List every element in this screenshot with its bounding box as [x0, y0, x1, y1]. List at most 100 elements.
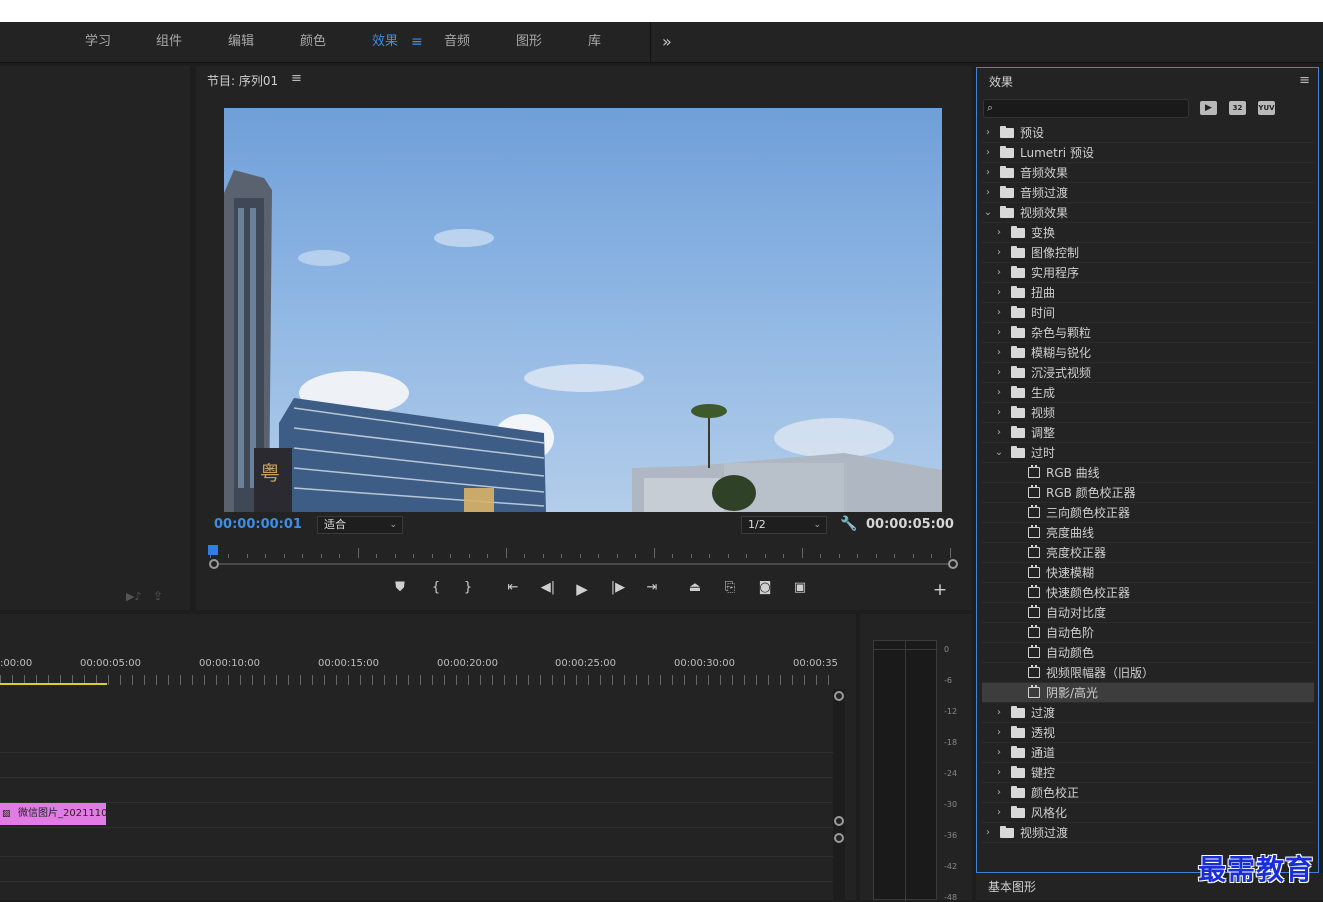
chevron-right-icon[interactable]: ›	[993, 363, 1005, 383]
effect-item[interactable]: 三向颜色校正器	[982, 503, 1314, 523]
wrench-icon[interactable]: 🔧	[840, 516, 857, 532]
effects-folder[interactable]: › 预设	[982, 123, 1314, 143]
mark-in-icon[interactable]: {	[426, 580, 446, 598]
tab-effects[interactable]: 效果	[372, 22, 398, 63]
effects-folder[interactable]: › 通道	[982, 743, 1314, 763]
chevron-right-icon[interactable]: ›	[982, 143, 994, 163]
playhead[interactable]	[208, 545, 218, 555]
scroll-handle-left[interactable]	[209, 559, 219, 569]
effect-item[interactable]: 自动颜色	[982, 643, 1314, 663]
effects-folder[interactable]: › 过渡	[982, 703, 1314, 723]
effects-folder[interactable]: › 生成	[982, 383, 1314, 403]
effects-folder[interactable]: › 颜色校正	[982, 783, 1314, 803]
step-forward-icon[interactable]: |▶	[608, 580, 628, 598]
chevron-right-icon[interactable]: ›	[993, 423, 1005, 443]
effect-item[interactable]: 自动对比度	[982, 603, 1314, 623]
effect-item[interactable]: RGB 颜色校正器	[982, 483, 1314, 503]
chevron-right-icon[interactable]: ›	[993, 323, 1005, 343]
panel-menu-icon[interactable]: ≡	[291, 71, 302, 86]
chevron-right-icon[interactable]: ›	[982, 183, 994, 203]
effects-folder[interactable]: ⌄ 视频效果	[982, 203, 1314, 223]
tab-audio[interactable]: 音频	[444, 22, 470, 63]
chevron-right-icon[interactable]: ›	[993, 783, 1005, 803]
effects-folder[interactable]: › 键控	[982, 763, 1314, 783]
time-ruler-ticks[interactable]	[0, 675, 833, 685]
effects-folder[interactable]: › 音频过渡	[982, 183, 1314, 203]
chevron-right-icon[interactable]: ›	[982, 823, 994, 843]
effects-folder[interactable]: › 实用程序	[982, 263, 1314, 283]
effects-folder[interactable]: › 杂色与颗粒	[982, 323, 1314, 343]
effects-folder[interactable]: › 透视	[982, 723, 1314, 743]
effects-folder[interactable]: › 视频	[982, 403, 1314, 423]
tab-color[interactable]: 颜色	[300, 22, 326, 63]
scroll-handle-top[interactable]	[834, 691, 844, 701]
effect-item[interactable]: 亮度校正器	[982, 543, 1314, 563]
tab-learn[interactable]: 学习	[85, 22, 111, 63]
effects-search-input[interactable]: ⌕	[983, 99, 1189, 118]
camera-icon[interactable]: ◙	[755, 580, 775, 598]
effect-item[interactable]: 快速颜色校正器	[982, 583, 1314, 603]
insert-audio-icon[interactable]: ▶♪	[126, 590, 141, 603]
video-clip[interactable]: ▨ 微信图片_2021110	[0, 803, 106, 825]
chevron-right-icon[interactable]: ›	[993, 223, 1005, 243]
effect-item[interactable]: 自动色阶	[982, 623, 1314, 643]
scroll-handle-top[interactable]	[834, 833, 844, 843]
current-timecode[interactable]: 00:00:00:01	[214, 517, 302, 532]
chevron-right-icon[interactable]: ›	[993, 803, 1005, 823]
play-icon[interactable]: ▶	[572, 580, 592, 598]
chevron-right-icon[interactable]: ›	[982, 123, 994, 143]
chevron-right-icon[interactable]: ›	[993, 403, 1005, 423]
tab-menu-icon[interactable]: ≡	[411, 22, 423, 63]
effect-item[interactable]: 亮度曲线	[982, 523, 1314, 543]
chevron-right-icon[interactable]: ›	[993, 303, 1005, 323]
step-back-icon[interactable]: ◀|	[538, 580, 558, 598]
tab-graphics[interactable]: 图形	[516, 22, 542, 63]
chevron-down-icon[interactable]: ⌄	[982, 203, 994, 223]
export-icon[interactable]: ⇪	[153, 589, 163, 603]
tab-editing[interactable]: 编辑	[228, 22, 254, 63]
effects-folder[interactable]: ⌄ 过时	[982, 443, 1314, 463]
add-button-icon[interactable]: +	[930, 580, 950, 600]
chevron-right-icon[interactable]: ›	[993, 383, 1005, 403]
effects-folder[interactable]: › 扭曲	[982, 283, 1314, 303]
accelerated-effects-icon[interactable]: ▶	[1200, 101, 1217, 115]
double-chevron-right-icon[interactable]: »	[662, 32, 672, 51]
effects-folder[interactable]: › 模糊与锐化	[982, 343, 1314, 363]
effect-item[interactable]: 视频限幅器（旧版）	[982, 663, 1314, 683]
chevron-right-icon[interactable]: ›	[993, 763, 1005, 783]
chevron-down-icon[interactable]: ⌄	[993, 443, 1005, 463]
scroll-handle-bottom[interactable]	[834, 816, 844, 826]
scroll-handle-right[interactable]	[948, 559, 958, 569]
effects-folder[interactable]: › 图像控制	[982, 243, 1314, 263]
go-to-out-icon[interactable]: ⇥	[642, 580, 662, 598]
chevron-right-icon[interactable]: ›	[993, 343, 1005, 363]
tab-libraries[interactable]: 库	[588, 22, 601, 63]
effect-item[interactable]: 快速模糊	[982, 563, 1314, 583]
video-preview[interactable]: 粤	[224, 108, 942, 512]
yuv-effects-icon[interactable]: YUV	[1258, 101, 1275, 115]
extract-icon[interactable]: ⎘	[720, 580, 740, 598]
timeline-scrollbar[interactable]	[833, 689, 845, 900]
effects-folder[interactable]: › 风格化	[982, 803, 1314, 823]
effect-item[interactable]: 阴影/高光	[982, 683, 1314, 703]
lift-icon[interactable]: ⏏	[685, 580, 705, 598]
chevron-right-icon[interactable]: ›	[993, 703, 1005, 723]
effects-folder[interactable]: › 音频效果	[982, 163, 1314, 183]
chevron-right-icon[interactable]: ›	[993, 723, 1005, 743]
chevron-right-icon[interactable]: ›	[993, 743, 1005, 763]
32bit-effects-icon[interactable]: 32	[1229, 101, 1246, 115]
work-area-bar[interactable]	[0, 683, 107, 685]
resolution-dropdown[interactable]: 1/2 ⌄	[741, 516, 827, 534]
effects-folder[interactable]: › 变换	[982, 223, 1314, 243]
zoom-scrollbar[interactable]	[214, 563, 954, 565]
effect-item[interactable]: RGB 曲线	[982, 463, 1314, 483]
comparison-view-icon[interactable]: ▣	[790, 580, 810, 598]
chevron-right-icon[interactable]: ›	[993, 263, 1005, 283]
mark-out-icon[interactable]: }	[458, 580, 478, 598]
mini-time-ruler[interactable]	[210, 544, 956, 564]
effects-folder[interactable]: › 视频过渡	[982, 823, 1314, 843]
panel-menu-icon[interactable]: ≡	[1299, 73, 1310, 88]
chevron-right-icon[interactable]: ›	[993, 243, 1005, 263]
effects-folder[interactable]: › 沉浸式视频	[982, 363, 1314, 383]
effects-folder[interactable]: › Lumetri 预设	[982, 143, 1314, 163]
